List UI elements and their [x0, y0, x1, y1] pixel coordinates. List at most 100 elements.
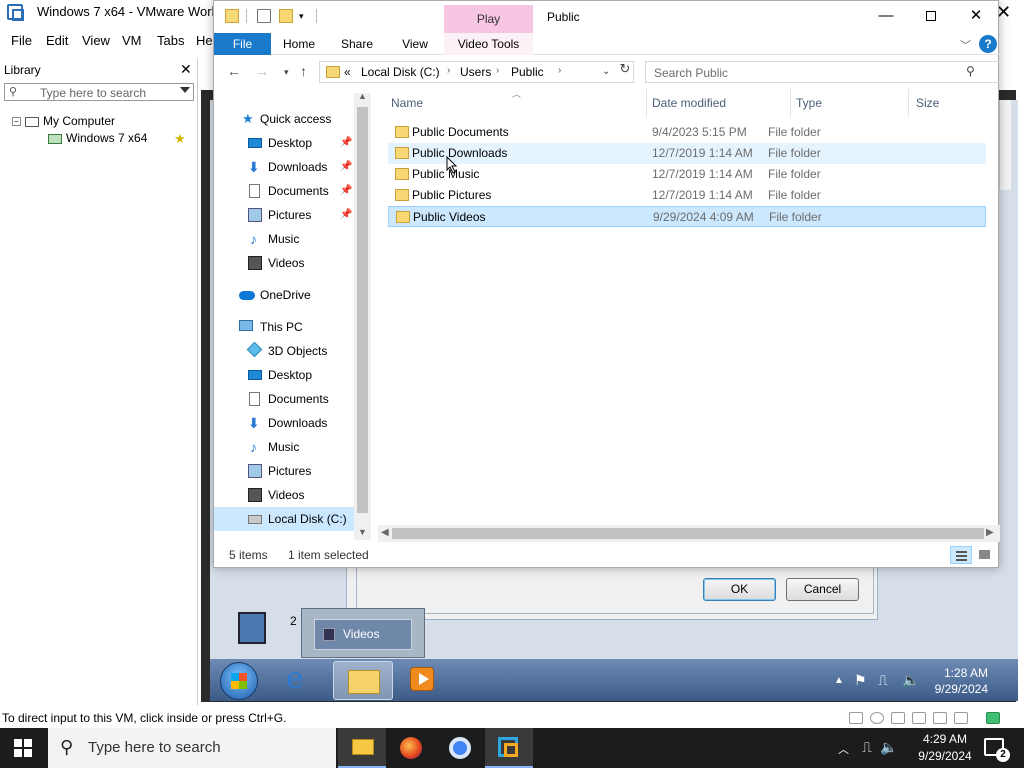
breadcrumb-separator-icon[interactable]: ›: [558, 65, 561, 76]
guest-clock-date[interactable]: 9/29/2024: [926, 682, 988, 696]
thumbnail-item-videos[interactable]: Videos: [314, 619, 412, 650]
breadcrumb-overflow[interactable]: «: [344, 65, 351, 79]
menu-edit[interactable]: Edit: [46, 33, 68, 48]
nav-music-pc[interactable]: ♪ Music: [214, 435, 354, 459]
scroll-down-icon[interactable]: ▼: [358, 527, 367, 537]
new-folder-icon[interactable]: [279, 9, 293, 23]
up-button[interactable]: ↑: [300, 63, 307, 79]
column-name[interactable]: Name: [391, 96, 423, 110]
scrollbar-thumb[interactable]: [392, 528, 984, 539]
file-row[interactable]: Public Videos 9/29/2024 4:09 AM File fol…: [388, 206, 986, 227]
breadcrumb-public[interactable]: Public: [511, 65, 544, 79]
menu-file[interactable]: File: [11, 33, 32, 48]
address-bar[interactable]: « Local Disk (C:) › Users › Public › ⌄: [319, 61, 634, 83]
help-icon[interactable]: ?: [979, 35, 997, 53]
file-row[interactable]: Public Documents 9/4/2023 5:15 PM File f…: [388, 122, 986, 143]
device-usb-icon[interactable]: [933, 712, 947, 724]
guest-video-app-taskbar-item[interactable]: 2: [228, 608, 297, 656]
scroll-up-icon[interactable]: ▲: [358, 91, 367, 101]
cancel-button[interactable]: Cancel: [786, 578, 859, 601]
collapse-toggle-icon[interactable]: −: [12, 117, 21, 127]
address-dropdown-icon[interactable]: ⌄: [602, 66, 610, 77]
nav-desktop-pinned[interactable]: Desktop 📌: [214, 131, 354, 155]
scrollbar-thumb[interactable]: [357, 107, 368, 513]
breadcrumb-local-disk[interactable]: Local Disk (C:): [361, 65, 440, 79]
taskbar-search-box[interactable]: ⚲ Type here to search: [48, 728, 336, 768]
refresh-button[interactable]: ↻: [617, 61, 633, 79]
internet-explorer-icon[interactable]: e: [286, 664, 318, 696]
file-explorer-taskbar-button[interactable]: [338, 728, 386, 768]
file-list-horizontal-scrollbar[interactable]: ◀ ▶: [378, 525, 1000, 542]
search-input[interactable]: Search Public ⚲: [645, 61, 1000, 83]
tree-item-my-computer[interactable]: − My Computer: [12, 114, 115, 128]
nav-videos-pc[interactable]: Videos: [214, 483, 354, 507]
file-row[interactable]: Public Pictures 12/7/2019 1:14 AM File f…: [388, 185, 986, 206]
properties-icon[interactable]: [257, 9, 271, 23]
maximize-button[interactable]: [908, 1, 954, 33]
nav-this-pc[interactable]: This PC: [214, 315, 354, 339]
show-hidden-icons-icon[interactable]: ︿: [838, 741, 849, 757]
volume-icon[interactable]: 🔈: [902, 672, 919, 689]
guest-clock-time[interactable]: 1:28 AM: [938, 666, 988, 680]
column-date-modified[interactable]: Date modified: [652, 96, 726, 110]
nav-music[interactable]: ♪ Music: [214, 227, 354, 251]
device-cd-icon[interactable]: [870, 712, 884, 724]
message-log-icon[interactable]: [986, 712, 1000, 724]
nav-pictures[interactable]: Pictures: [214, 459, 354, 483]
column-type[interactable]: Type: [796, 96, 822, 110]
tab-home[interactable]: Home: [274, 33, 324, 55]
library-close-button[interactable]: ✕: [180, 61, 192, 78]
favorite-star-icon[interactable]: ★: [174, 131, 186, 147]
breadcrumb-separator-icon[interactable]: ›: [496, 65, 499, 76]
guest-start-button[interactable]: [220, 662, 258, 700]
tab-view[interactable]: View: [390, 33, 440, 55]
column-size[interactable]: Size: [916, 96, 939, 110]
details-view-icon[interactable]: [950, 546, 972, 564]
expand-ribbon-icon[interactable]: ﹀: [960, 37, 971, 53]
library-search-input[interactable]: ⚲ Type here to search: [4, 83, 194, 101]
menu-view[interactable]: View: [82, 33, 110, 48]
nav-desktop[interactable]: Desktop: [214, 363, 354, 387]
network-icon[interactable]: ⎍: [862, 739, 872, 756]
chrome-taskbar-button[interactable]: [436, 728, 484, 768]
column-divider[interactable]: [646, 89, 647, 117]
file-row[interactable]: Public Music 12/7/2019 1:14 AM File fold…: [388, 164, 986, 185]
customize-toolbar-icon[interactable]: ▾: [299, 9, 313, 23]
nav-videos[interactable]: Videos: [214, 251, 354, 275]
tab-file[interactable]: File: [214, 33, 271, 55]
large-icons-view-icon[interactable]: [974, 546, 994, 564]
recent-locations-icon[interactable]: ▾: [284, 67, 289, 78]
media-player-icon[interactable]: [410, 667, 434, 691]
nav-pictures-pinned[interactable]: Pictures 📌: [214, 203, 354, 227]
nav-documents[interactable]: Documents: [214, 387, 354, 411]
column-divider[interactable]: [908, 89, 909, 117]
tab-share[interactable]: Share: [332, 33, 382, 55]
chevron-down-icon[interactable]: [180, 87, 190, 93]
action-center-flag-icon[interactable]: ⚑: [854, 672, 867, 689]
device-sound-icon[interactable]: [954, 712, 968, 724]
nav-downloads[interactable]: ⬇ Downloads: [214, 411, 354, 435]
menu-tabs[interactable]: Tabs: [157, 33, 184, 48]
device-hdd-icon[interactable]: [849, 712, 863, 724]
nav-3d-objects[interactable]: 3D Objects: [214, 339, 354, 363]
ok-button[interactable]: OK: [703, 578, 776, 601]
network-icon[interactable]: ⎍: [878, 672, 888, 689]
breadcrumb-separator-icon[interactable]: ›: [447, 65, 450, 76]
menu-vm[interactable]: VM: [122, 33, 142, 48]
back-button[interactable]: ←: [227, 63, 241, 79]
firefox-taskbar-button[interactable]: [387, 728, 435, 768]
breadcrumb-users[interactable]: Users: [460, 65, 491, 79]
close-button[interactable]: ✕: [953, 1, 999, 33]
nav-quick-access[interactable]: ★ Quick access: [214, 107, 354, 131]
nav-documents-pinned[interactable]: Documents 📌: [214, 179, 354, 203]
device-floppy-icon[interactable]: [891, 712, 905, 724]
minimize-button[interactable]: —: [863, 1, 909, 33]
nav-onedrive[interactable]: OneDrive: [214, 283, 354, 307]
nav-pane-scrollbar[interactable]: ▲ ▼: [354, 91, 371, 540]
scroll-left-icon[interactable]: ◀: [381, 527, 389, 538]
tree-item-vm[interactable]: Windows 7 x64 ★: [48, 131, 192, 147]
nav-local-disk[interactable]: Local Disk (C:): [214, 507, 354, 531]
vmware-taskbar-button[interactable]: [485, 728, 533, 768]
guest-explorer-taskbar-button[interactable]: [333, 661, 393, 700]
tab-video-tools[interactable]: Video Tools: [444, 33, 533, 55]
